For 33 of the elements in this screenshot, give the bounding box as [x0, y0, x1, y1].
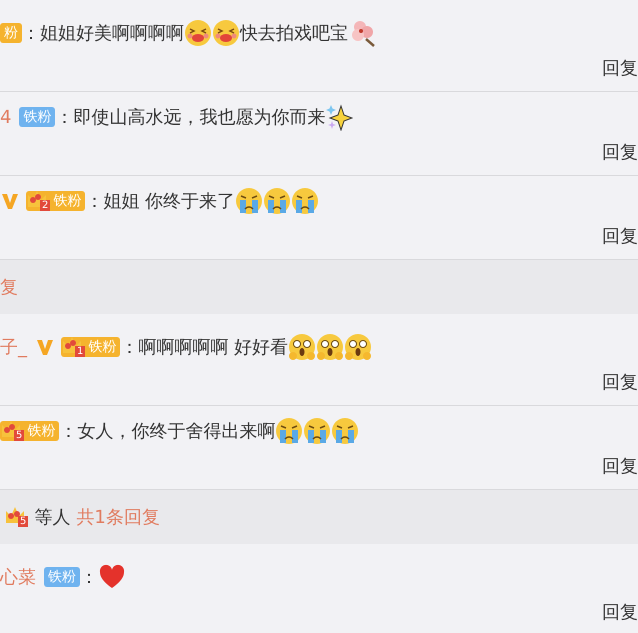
reply-link[interactable]: 回复: [602, 454, 638, 478]
reply-link[interactable]: 回复: [602, 56, 638, 80]
crying-face-icon: [275, 417, 304, 445]
blushing-face-icon: [212, 19, 240, 47]
comment-text: ：女人，你终于舍得出来啊: [59, 420, 276, 443]
names-text: 等人: [34, 506, 70, 529]
comment-text: ：姐姐好美啊啊啊啊: [22, 22, 184, 45]
scared-face-icon: [344, 333, 372, 361]
comment-text: ：啊啊啊啊啊 好好看: [120, 336, 288, 359]
crying-face-icon: [291, 187, 320, 215]
reply-link[interactable]: 回复: [602, 224, 638, 248]
reply-link[interactable]: 回复: [602, 370, 638, 394]
fan-badge: 2 铁粉: [26, 191, 86, 211]
reply-link[interactable]: 回复: [602, 140, 638, 164]
blushing-face-icon: [184, 19, 212, 47]
fan-badge: 铁粉: [19, 107, 56, 127]
reply-link[interactable]: 回复: [602, 600, 638, 624]
crying-face-icon: [303, 417, 332, 445]
heart-icon: [98, 563, 126, 591]
crying-face-icon: [235, 187, 264, 215]
fan-badge: 粉: [0, 23, 22, 43]
comment-text: 快去拍戏吧宝: [240, 22, 348, 45]
comment-text: ：: [80, 566, 98, 589]
scared-face-icon: [316, 333, 344, 361]
fan-badge: 1 铁粉: [61, 337, 120, 357]
crying-face-icon: [331, 417, 360, 445]
sparkle-icon: [325, 103, 354, 131]
scared-face-icon: [288, 333, 316, 361]
crying-face-icon: [263, 187, 292, 215]
comment-text: ：即使山高水远，我也愿为你而来: [55, 106, 326, 129]
fan-badge: 铁粉: [44, 567, 80, 587]
fan-badge: 5 铁粉: [0, 421, 60, 441]
comment-text: ：姐姐 你终于来了: [85, 190, 236, 213]
